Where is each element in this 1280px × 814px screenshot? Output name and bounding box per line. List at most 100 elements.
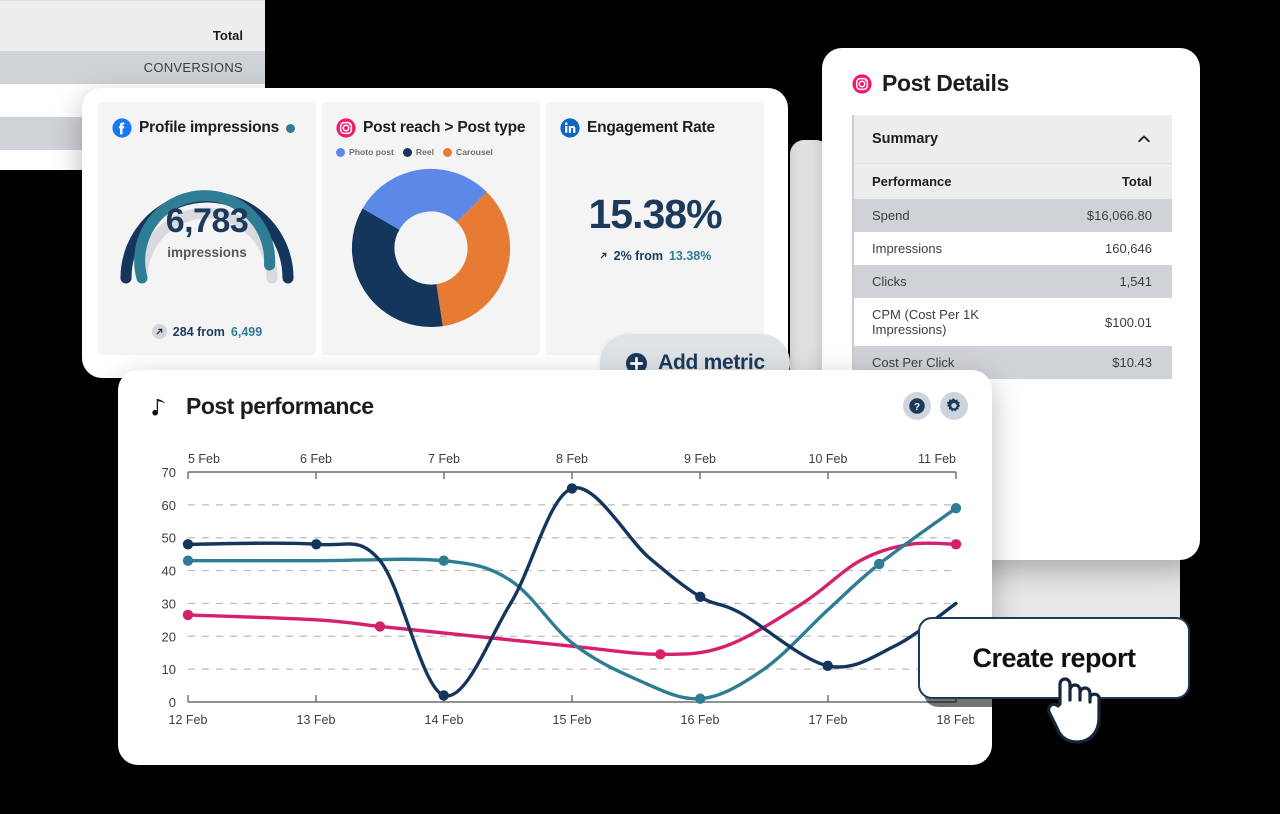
dashboard-stage: Post Details Summary Performance Total S… [0, 0, 1280, 814]
x-axis-top-label: 7 Feb [428, 452, 460, 466]
delta-previous-value: 6,499 [230, 324, 263, 339]
table-header-row: Performance Total [854, 164, 1172, 199]
gauge-value: 6,783 [165, 202, 249, 240]
row-label: Spend [854, 199, 1069, 232]
svg-text:?: ? [914, 402, 920, 413]
data-point-series-a[interactable] [566, 483, 578, 494]
delta-text: 2% from [613, 249, 663, 263]
x-axis-bottom-label: 18 Feb [937, 713, 974, 727]
summary-label: Summary [872, 131, 939, 147]
legend-label: Reel [415, 147, 435, 157]
table-row[interactable]: Clicks 1,541 [854, 265, 1172, 298]
legend-label: Carousel [456, 147, 493, 157]
y-axis-tick-label: 40 [162, 564, 176, 579]
create-report-button[interactable]: Create report [918, 617, 1190, 699]
data-point-series-b[interactable] [950, 502, 962, 514]
post-details-title: Post Details [882, 70, 1009, 96]
data-point-series-b[interactable] [695, 693, 706, 704]
post-performance-header: Post performance ? [118, 370, 992, 420]
help-button[interactable]: ? [903, 392, 931, 420]
post-performance-actions: ? [903, 392, 968, 420]
y-axis-tick-label: 0 [169, 695, 176, 710]
facebook-icon [112, 118, 132, 138]
data-point-series-a[interactable] [822, 660, 833, 672]
engagement-rate-value: 15.38% [588, 191, 722, 237]
create-report-label: Create report [972, 642, 1136, 673]
tile-header: Post reach > Post type [322, 102, 540, 138]
metric-tile-engagement-rate[interactable]: Engagement Rate 15.38% 2% from 13.38% [546, 102, 764, 355]
table-row[interactable]: CPM (Cost Per 1K Impressions) $100.01 [854, 298, 1172, 346]
note-icon [152, 398, 166, 416]
row-label: Clicks [854, 265, 1069, 298]
legend-item-photo-post[interactable]: Photo post [336, 147, 394, 157]
big-number-block: 15.38% 2% from 13.38% [546, 191, 764, 264]
post-details-body: Summary Performance Total Spend $16,066.8… [852, 115, 1172, 379]
settings-button[interactable] [940, 392, 968, 420]
row-label: Impressions [854, 232, 1069, 265]
question-mark-icon: ? [909, 398, 925, 414]
metric-tile-profile-impressions[interactable]: Profile impressions 6,783 impressions 28… [98, 102, 316, 355]
data-point-series-a[interactable] [311, 539, 322, 550]
delta-text: 284 from [172, 324, 225, 339]
gauge-center-text: 6,783 impressions [98, 204, 316, 260]
post-performance-title: Post performance [186, 392, 374, 419]
data-point-series-c[interactable] [655, 649, 666, 660]
instagram-icon [852, 73, 872, 94]
delta-indicator: 284 from 6,499 [98, 324, 316, 339]
arrow-up-right-icon [151, 324, 167, 339]
data-point-series-b[interactable] [438, 555, 449, 566]
data-point-series-a[interactable] [695, 591, 706, 603]
table-row[interactable]: Spend $16,066.80 [854, 199, 1172, 232]
x-axis-top-label: 6 Feb [300, 452, 332, 466]
legend-swatch [443, 147, 453, 157]
table-row[interactable]: Impressions 160,646 [854, 232, 1172, 265]
x-axis-top-label: 5 Feb [188, 452, 220, 466]
data-point-series-c[interactable] [950, 539, 962, 550]
instagram-icon [336, 118, 356, 138]
y-axis-tick-label: 60 [162, 498, 176, 513]
donut-legend: Photo post Reel Carousel [322, 138, 540, 157]
legend-swatch [336, 147, 345, 157]
y-axis-tick-label: 70 [162, 465, 176, 480]
data-point-series-a[interactable] [438, 690, 449, 701]
legend-item-carousel[interactable]: Carousel [443, 147, 493, 157]
data-point-series-b[interactable] [182, 555, 194, 566]
donut-chart [322, 163, 540, 333]
x-axis-top-label: 8 Feb [556, 452, 588, 466]
metric-tiles-row: Profile impressions 6,783 impressions 28… [82, 88, 788, 369]
data-point-series-b[interactable] [874, 558, 885, 570]
status-dot [286, 123, 296, 133]
line-chart-svg: 0 10 20 30 40 50 60 70 5 Feb 6 Feb 7 Feb 8 Feb 9 Feb… [162, 452, 976, 727]
performance-table: Performance Total Spend $16,066.80 Impress… [854, 164, 1172, 379]
x-axis-top-label: 10 Feb [809, 452, 848, 466]
row-label: CPM (Cost Per 1K Impressions) [854, 298, 1069, 346]
data-point-series-a[interactable] [182, 539, 194, 550]
y-axis-tick-label: 50 [162, 531, 176, 546]
summary-section-toggle[interactable]: Summary [854, 115, 1172, 164]
tile-title: Post reach > Post type [363, 119, 526, 136]
row-value: 160,646 [1068, 232, 1172, 265]
delta-indicator: 2% from 13.38% [546, 249, 764, 263]
y-axis-tick-label: 30 [162, 596, 176, 611]
row-value: $16,066.80 [1068, 199, 1172, 232]
y-axis-tick-label: 20 [162, 629, 176, 644]
column-header-total: Total [1068, 164, 1172, 199]
tile-header: Engagement Rate [546, 102, 764, 138]
x-axis-top-label: 11 Feb [918, 452, 956, 466]
chevron-up-icon[interactable] [1136, 131, 1152, 147]
linkedin-icon [560, 118, 580, 138]
donut-svg [351, 168, 511, 328]
conversions-total-header: Total [0, 0, 265, 51]
x-axis-bottom-label: 17 Feb [809, 713, 848, 727]
post-performance-chart: 0 10 20 30 40 50 60 70 5 Feb 6 Feb 7 Feb 8 Feb 9 Feb… [118, 434, 992, 759]
data-point-series-c[interactable] [374, 621, 386, 632]
x-axis-bottom-label: 12 Feb [169, 713, 208, 727]
legend-item-reel[interactable]: Reel [402, 147, 435, 157]
metric-tile-post-reach[interactable]: Post reach > Post type Photo post Reel C… [322, 102, 540, 355]
x-axis-bottom-label: 13 Feb [297, 713, 336, 727]
row-value: $10.43 [1068, 346, 1172, 379]
data-point-series-c[interactable] [182, 609, 194, 621]
row-value: 1,541 [1068, 265, 1172, 298]
x-axis-bottom-label: 15 Feb [553, 713, 592, 727]
gear-icon [946, 398, 961, 412]
